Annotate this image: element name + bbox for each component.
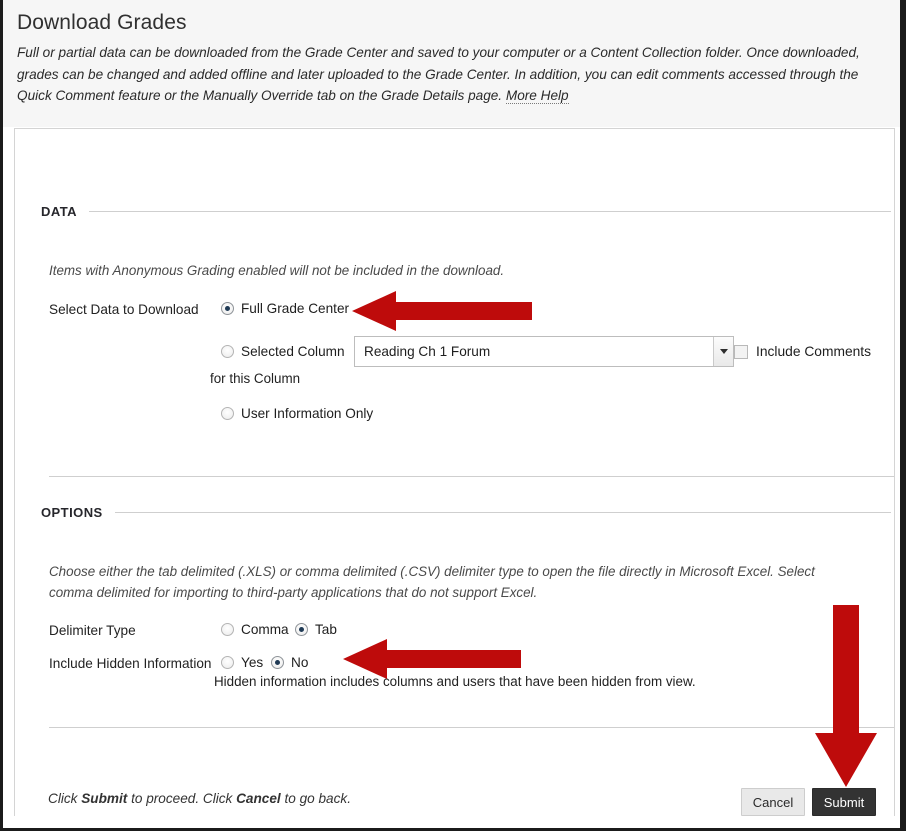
include-comments-label[interactable]: Include Comments [756,344,871,359]
radio-delimiter-tab-control[interactable] [295,623,308,636]
delimiter-type-label: Delimiter Type [49,623,136,638]
cancel-button[interactable]: Cancel [741,788,805,816]
footer-note-middle: to proceed. Click [127,791,237,806]
submit-button[interactable]: Submit [812,788,876,816]
radio-user-information-only[interactable]: User Information Only [221,406,373,421]
data-section-label: DATA [41,204,77,219]
radio-selected-column[interactable]: Selected Column [221,344,345,359]
more-help-link[interactable]: More Help [505,88,569,104]
page-description-text: Full or partial data can be downloaded f… [17,45,860,103]
anonymous-grading-note: Items with Anonymous Grading enabled wil… [49,263,505,278]
options-section-label: OPTIONS [41,505,103,520]
radio-full-grade-center-label[interactable]: Full Grade Center [241,301,349,316]
radio-hidden-no-label[interactable]: No [291,655,308,670]
options-section-heading: OPTIONS [41,505,891,520]
include-hidden-information-label: Include Hidden Information [49,656,212,671]
radio-user-information-only-label[interactable]: User Information Only [241,406,373,421]
footer-note-prefix: Click [48,791,82,806]
radio-hidden-yes-label[interactable]: Yes [241,655,263,670]
radio-hidden-no-control[interactable] [271,656,284,669]
page-description: Full or partial data can be downloaded f… [17,42,886,107]
radio-delimiter-comma-control[interactable] [221,623,234,636]
radio-delimiter-tab-label[interactable]: Tab [315,622,337,637]
footer-note-cancel: Cancel [236,791,281,806]
form-card: DATA Items with Anonymous Grading enable… [14,128,895,816]
radio-delimiter-tab[interactable]: Tab [295,622,337,637]
footer-note-submit: Submit [81,791,128,806]
footer-note-suffix: to go back. [280,791,351,806]
radio-selected-column-control[interactable] [221,345,234,358]
data-options-divider [49,476,894,477]
footer-instructions: Click Submit to proceed. Click Cancel to… [48,791,351,806]
chevron-down-icon[interactable] [713,337,733,366]
radio-hidden-no[interactable]: No [271,655,308,670]
radio-full-grade-center-control[interactable] [221,302,234,315]
radio-hidden-yes-control[interactable] [221,656,234,669]
column-select[interactable]: Reading Ch 1 Forum [354,336,734,367]
radio-delimiter-comma[interactable]: Comma [221,622,289,637]
radio-selected-column-label[interactable]: Selected Column [241,344,345,359]
radio-full-grade-center[interactable]: Full Grade Center [221,301,349,316]
column-select-value: Reading Ch 1 Forum [364,344,491,359]
data-section-rule [88,211,891,212]
options-footer-divider [49,727,894,728]
page-title: Download Grades [17,11,187,34]
radio-user-information-only-control[interactable] [221,407,234,420]
options-section-rule [114,512,891,513]
radio-delimiter-comma-label[interactable]: Comma [241,622,289,637]
delimiter-explanation-note: Choose either the tab delimited (.XLS) o… [49,564,815,600]
for-this-column-text: for this Column [210,371,301,386]
data-section-heading: DATA [41,204,891,219]
download-grades-page: Download Grades Full or partial data can… [0,0,906,831]
radio-hidden-yes[interactable]: Yes [221,655,263,670]
select-data-to-download-label: Select Data to Download [49,302,199,317]
hidden-information-hint: Hidden information includes columns and … [214,674,696,689]
include-comments-checkbox-control[interactable] [734,344,748,359]
page-header: Download Grades Full or partial data can… [3,0,900,127]
include-comments-checkbox[interactable]: Include Comments [734,344,871,359]
